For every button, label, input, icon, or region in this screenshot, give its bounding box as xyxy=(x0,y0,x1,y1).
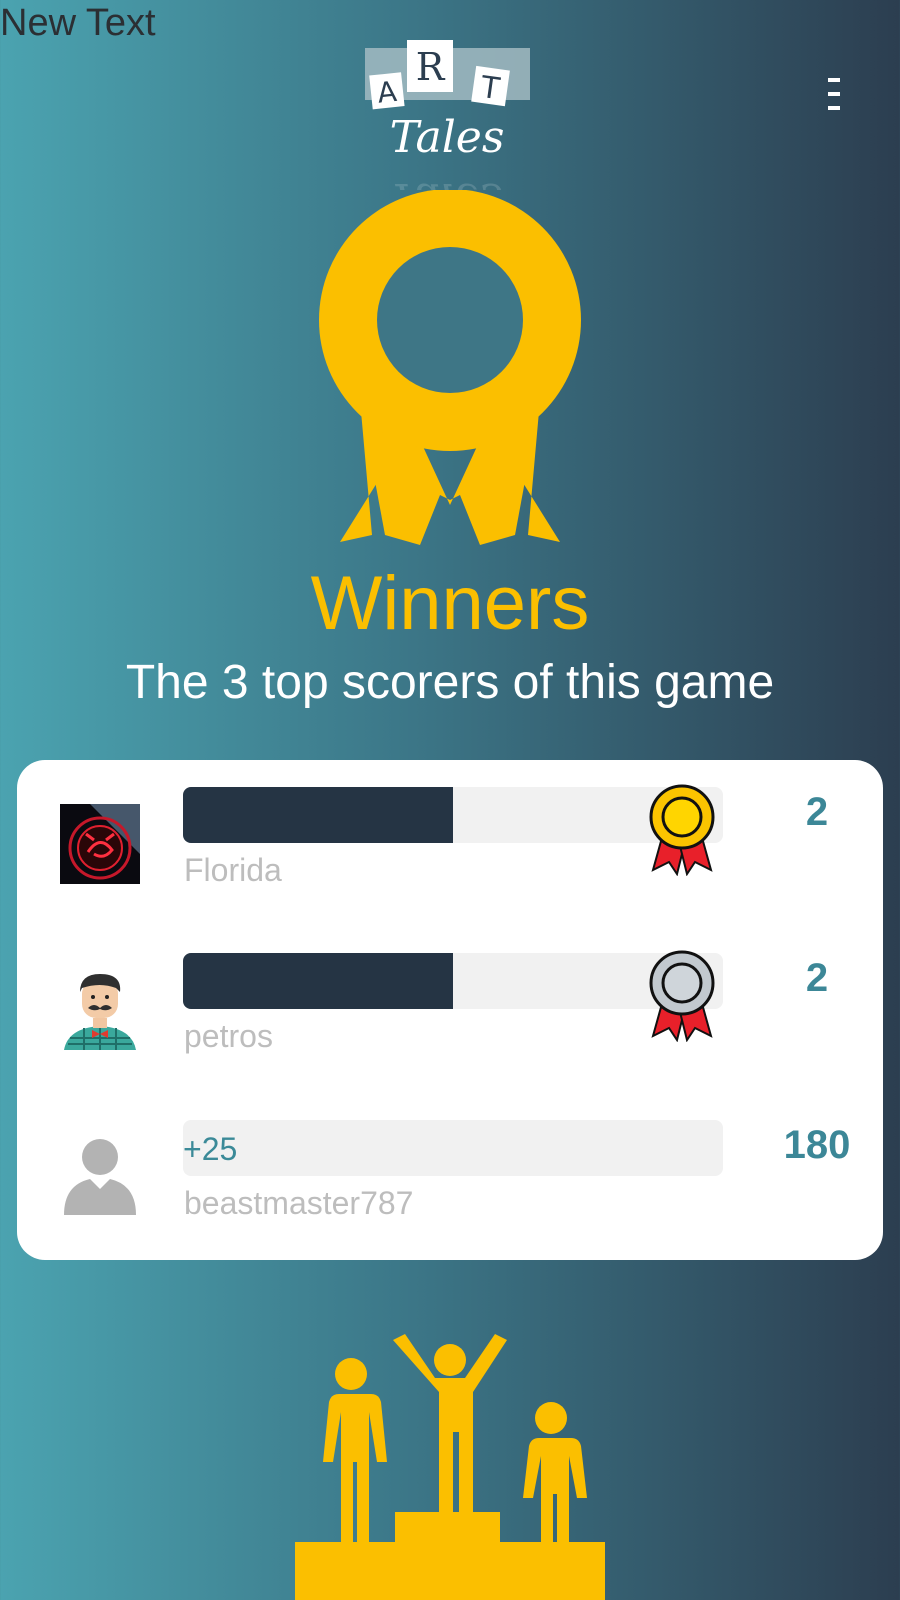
bar-label: +25 xyxy=(183,1131,238,1167)
score-value: 2 xyxy=(805,956,829,1000)
player-name: petros xyxy=(184,1018,273,1054)
progress-bar xyxy=(183,953,723,1009)
mustache-man-avatar xyxy=(64,974,136,1050)
progress-fill xyxy=(183,787,453,843)
art-tales-logo: A R T Tales Tales xyxy=(365,40,530,190)
gold-medal-icon xyxy=(649,784,715,876)
score-value: 180 xyxy=(783,1123,851,1167)
logo-letter-r: R xyxy=(416,45,446,89)
podium-icon xyxy=(295,1334,605,1600)
player-name: Florida xyxy=(184,852,282,888)
leaderboard-row: 2 petros xyxy=(17,926,883,1092)
leaderboard-row: 2 Florida xyxy=(17,760,883,926)
page-subtitle: The 3 top scorers of this game xyxy=(125,656,775,709)
page-title: Winners xyxy=(310,561,590,646)
logo-word: Tales xyxy=(390,112,505,163)
silver-medal-icon xyxy=(649,950,715,1042)
leaderboard-card: 2 Florida 2 petros +25 180 beastmaster78… xyxy=(17,760,883,1260)
score-value: 2 xyxy=(805,790,829,834)
menu-icon[interactable] xyxy=(820,74,850,114)
award-ribbon-icon xyxy=(319,190,581,545)
leaderboard-row: +25 180 beastmaster787 xyxy=(17,1093,883,1259)
debug-text-label: New Text xyxy=(0,2,156,44)
player-name: beastmaster787 xyxy=(184,1185,414,1221)
default-user-avatar xyxy=(64,1139,136,1215)
progress-bar xyxy=(183,787,723,843)
logo-reflection: Tales xyxy=(390,173,505,190)
progress-fill xyxy=(183,953,453,1009)
progress-bar: +25 xyxy=(183,1120,723,1176)
scorpion-avatar xyxy=(60,804,140,884)
logo-letter-a: A xyxy=(376,75,399,110)
